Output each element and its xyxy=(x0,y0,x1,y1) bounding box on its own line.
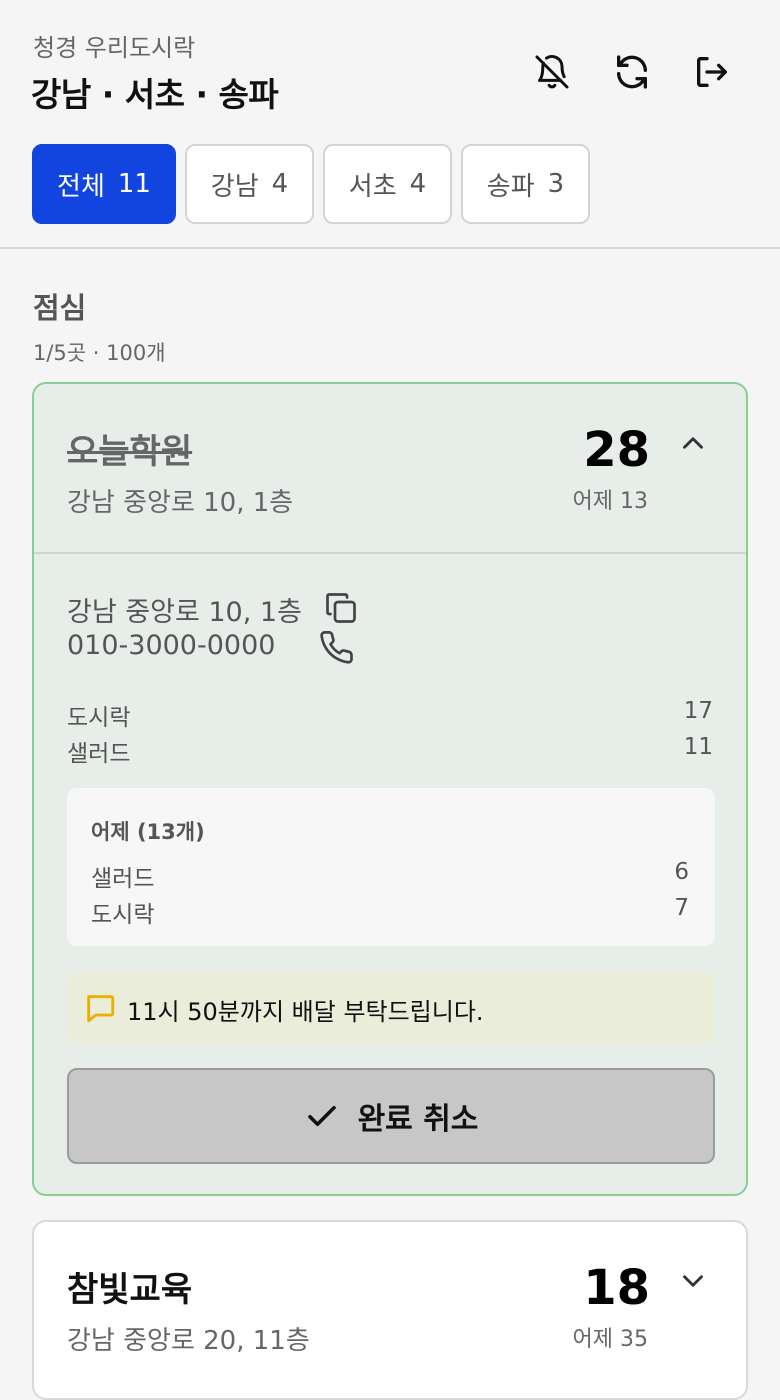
order-item: 도시락 17 xyxy=(67,698,713,732)
chevron-up-icon[interactable] xyxy=(676,426,710,460)
delivery-note: 11시 50분까지 배달 부탁드립니다. xyxy=(67,972,715,1044)
tab-label: 송파 xyxy=(486,171,535,202)
tab-label: 서초 xyxy=(348,171,397,202)
item-name: 도시락 xyxy=(67,705,131,731)
bell-off-icon xyxy=(535,55,569,89)
tab-all[interactable]: 전체 11 xyxy=(32,144,176,224)
refresh-icon xyxy=(617,55,647,89)
chevron-down-icon[interactable] xyxy=(676,1264,710,1298)
tab-count: 4 xyxy=(271,169,289,199)
undo-complete-button[interactable]: 완료 취소 xyxy=(67,1068,715,1164)
phone-icon[interactable] xyxy=(320,630,356,666)
app-header: 청경 우리도시락 강남 · 서초 · 송파 전체 11 강남 4 서초 4 송파… xyxy=(0,0,780,249)
yesterday-title: 어제 (13개) xyxy=(91,820,205,844)
delivery-card: 오늘학원 강남 중앙로 10, 1층 28 어제 13 강남 중앙로 10, 1… xyxy=(32,382,748,1196)
tab-gangnam[interactable]: 강남 4 xyxy=(185,144,314,224)
logout-button[interactable] xyxy=(690,50,734,94)
tab-songpa[interactable]: 송파 3 xyxy=(461,144,590,224)
page-title: 강남 · 서초 · 송파 xyxy=(31,75,279,114)
item-name: 샐러드 xyxy=(91,866,155,892)
card-yesterday: 어제 13 xyxy=(572,489,648,514)
logout-icon xyxy=(697,57,727,88)
card-address: 강남 중앙로 10, 1층 xyxy=(67,488,294,518)
card-name: 오늘학원 xyxy=(67,432,193,472)
delivery-card: 참빛교육 강남 중앙로 20, 11층 18 어제 35 xyxy=(32,1220,748,1400)
tab-count: 4 xyxy=(409,169,427,199)
check-icon xyxy=(307,1105,336,1127)
tab-label: 강남 xyxy=(210,171,259,202)
undo-label: 완료 취소 xyxy=(357,1102,479,1137)
detail-phone: 010-3000-0000 xyxy=(67,630,276,661)
card-details: 강남 중앙로 10, 1층 010-3000-0000 도시락 17 샐러드 1… xyxy=(34,554,746,1196)
brand-subtitle: 청경 우리도시락 xyxy=(33,34,196,62)
note-text: 11시 50분까지 배달 부탁드립니다. xyxy=(127,998,484,1026)
card-name: 참빛교육 xyxy=(67,1270,193,1310)
yesterday-item: 샐러드 6 xyxy=(91,859,689,893)
tab-label: 전체 xyxy=(57,171,105,202)
item-qty: 6 xyxy=(674,859,689,885)
notifications-off-button[interactable] xyxy=(530,50,574,94)
card-count: 18 xyxy=(583,1260,650,1316)
card-header[interactable]: 오늘학원 강남 중앙로 10, 1층 28 어제 13 xyxy=(34,384,746,552)
card-yesterday: 어제 35 xyxy=(572,1327,648,1352)
tab-count: 3 xyxy=(547,169,565,199)
region-tabs: 전체 11 강남 4 서초 4 송파 3 xyxy=(32,144,590,224)
item-name: 도시락 xyxy=(91,902,155,928)
tab-count: 11 xyxy=(117,169,151,199)
card-address: 강남 중앙로 20, 11층 xyxy=(67,1326,310,1356)
item-qty: 7 xyxy=(674,895,689,921)
section-summary: 1/5곳 · 100개 xyxy=(33,341,166,365)
section-title: 점심 xyxy=(33,291,87,325)
card-count: 28 xyxy=(583,422,650,478)
detail-address: 강남 중앙로 10, 1층 xyxy=(67,597,302,628)
item-qty: 11 xyxy=(683,734,713,760)
message-icon xyxy=(87,995,115,1023)
yesterday-item: 도시락 7 xyxy=(91,895,689,929)
tab-seocho[interactable]: 서초 4 xyxy=(323,144,452,224)
item-name: 샐러드 xyxy=(67,741,131,767)
order-item: 샐러드 11 xyxy=(67,734,713,768)
copy-icon[interactable] xyxy=(323,590,359,626)
yesterday-summary: 어제 (13개) 샐러드 6 도시락 7 xyxy=(67,788,715,946)
refresh-button[interactable] xyxy=(610,50,654,94)
card-header[interactable]: 참빛교육 강남 중앙로 20, 11층 18 어제 35 xyxy=(34,1222,746,1390)
item-qty: 17 xyxy=(683,698,713,724)
